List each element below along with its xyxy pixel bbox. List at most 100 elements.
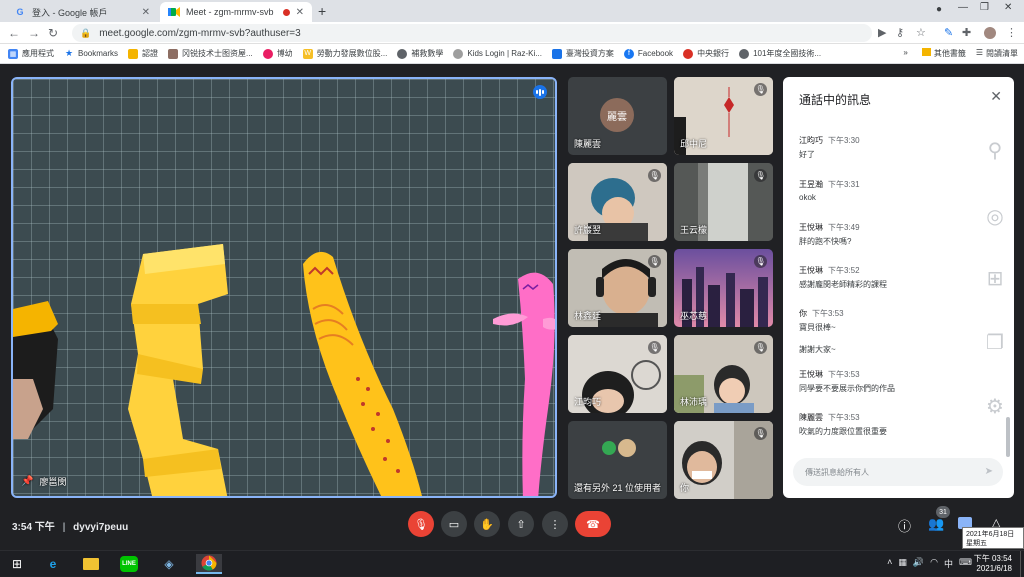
mic-off-icon: 🎙	[754, 83, 767, 96]
internet-explorer-icon[interactable]: e	[40, 554, 66, 574]
people-icon[interactable]: 👥	[928, 516, 944, 532]
other-bookmarks[interactable]: 其他書籤	[934, 48, 966, 59]
search-icon[interactable]: ⚲	[982, 137, 1008, 163]
more-participants-tile[interactable]: 還有另外 21 位使用者	[568, 421, 667, 499]
message-text: 胖的跑不快嗎?	[799, 237, 852, 246]
line-app-icon[interactable]: LINE	[116, 554, 142, 574]
bookmark-item[interactable]: ▦ 應用程式	[8, 48, 54, 59]
bookmark-item[interactable]: 101年度全國技術...	[739, 48, 821, 59]
network-icon[interactable]: ▦	[898, 557, 907, 570]
facebook-icon: f	[623, 48, 634, 59]
keyboard-icon[interactable]: ⌨	[959, 557, 972, 570]
participant-tile[interactable]: 🎙 林鑫廷	[568, 249, 667, 327]
pin-icon[interactable]: 📌	[21, 476, 33, 487]
site-icon	[551, 48, 562, 59]
star-icon[interactable]: ☆	[916, 26, 926, 39]
participant-tile[interactable]: 🎙 許巖翌	[568, 163, 667, 241]
bookmark-item[interactable]: 中央銀行	[683, 48, 729, 59]
profile-avatar[interactable]	[984, 27, 996, 39]
taskbar-clock[interactable]: 下午 03:54 2021/6/18	[974, 554, 1012, 574]
sender: 陳麗雲	[799, 413, 823, 422]
leave-call-button[interactable]: ☎	[575, 511, 611, 537]
participant-tile[interactable]: 麗雲 陳麗雲	[568, 77, 667, 155]
chevron-up-icon[interactable]: ˄	[887, 557, 892, 570]
presenter-video[interactable]: 📌 廖邕閔	[11, 77, 557, 498]
avatar	[618, 439, 636, 457]
participant-tile[interactable]: 🎙 巫芯慈	[674, 249, 773, 327]
window-stack-icon[interactable]: ❐	[982, 329, 1008, 355]
participant-tile[interactable]: 🎙 王云檬	[674, 163, 773, 241]
mic-off-icon: 🎙	[648, 169, 661, 182]
camera-button[interactable]: ▭	[441, 511, 467, 537]
bookmark-item[interactable]: Kids Login | Raz-Ki...	[453, 48, 542, 59]
chat-panel: 通話中的訊息 ✕ 江昀巧 下午3:30 好了 王昱瀚 下午3:31 okok 王悅琳…	[783, 77, 1014, 498]
file-explorer-icon[interactable]	[78, 554, 104, 574]
mic-off-icon: 🎙	[648, 255, 661, 268]
chat-input[interactable]: 傳送訊息給所有人 ➤	[793, 458, 1003, 486]
bookmark-item[interactable]: 博幼	[262, 48, 293, 59]
chat-scrollbar[interactable]	[1006, 417, 1010, 457]
participant-tile[interactable]: 🎙 江昀巧	[568, 335, 667, 413]
mic-off-icon: 🎙	[414, 518, 428, 531]
mic-off-icon: 🎙	[754, 341, 767, 354]
camera-permission-icon[interactable]: ▶	[878, 26, 886, 39]
chevron-right-icon[interactable]: »	[903, 48, 907, 59]
address-bar[interactable]: 🔒 meet.google.com/zgm-mrmv-svb?authuser=…	[72, 24, 872, 42]
show-desktop-button[interactable]	[1020, 551, 1024, 577]
reading-list[interactable]: 閱讀清單	[986, 48, 1018, 59]
reading-list-icon: ☰	[975, 48, 983, 57]
timestamp: 下午3:49	[828, 223, 860, 232]
separator: |	[62, 522, 66, 533]
key-icon[interactable]: ⚷	[896, 26, 904, 39]
raise-hand-button[interactable]: ✋	[474, 511, 500, 537]
chrome-outline-icon[interactable]: ◎	[982, 203, 1008, 229]
tab-meet[interactable]: Meet - zgm-mrmv-svb ✕	[160, 2, 312, 22]
participant-tile[interactable]: 🎙 邱中尼	[674, 77, 773, 155]
send-icon[interactable]: ➤	[985, 466, 993, 477]
bookmark-item[interactable]: f Facebook	[623, 48, 673, 59]
bookmark-item[interactable]: 認證	[128, 48, 158, 59]
close-icon[interactable]: ✕	[990, 88, 1002, 105]
close-icon[interactable]: ✕	[296, 7, 304, 18]
menu-dots-icon[interactable]: ⋮	[1006, 26, 1017, 39]
volume-icon[interactable]: 🔊	[913, 557, 924, 570]
self-view-tile[interactable]: 🎙 你	[674, 421, 773, 499]
wifi-icon[interactable]: ◠	[930, 557, 938, 570]
info-icon[interactable]: ⓘ	[898, 516, 911, 535]
message-text: 同學要不要展示你們的作品	[799, 384, 895, 393]
recording-icon	[282, 8, 290, 16]
restore-icon[interactable]: ❐	[980, 2, 989, 13]
reload-icon[interactable]: ↻	[48, 26, 58, 40]
chrome-icon[interactable]	[196, 554, 222, 574]
new-tab-button[interactable]: +	[318, 3, 326, 19]
close-window-icon[interactable]: ✕	[1004, 2, 1012, 13]
bookmark-item[interactable]: ★ Bookmarks	[64, 48, 118, 59]
tab-search-icon[interactable]: ●	[936, 4, 942, 15]
input-method-icon[interactable]: 中	[944, 557, 953, 570]
mic-off-button[interactable]: 🎙	[408, 511, 434, 537]
message-text: 吹氣的力度跟位置很重要	[799, 427, 887, 436]
bookmark-item[interactable]: W 勞動力發展數位股...	[302, 48, 387, 59]
back-arrow-icon[interactable]: ←	[8, 26, 20, 40]
bookmark-item[interactable]: 補救數學	[397, 48, 443, 59]
more-options-button[interactable]: ⋮	[542, 511, 568, 537]
participant-tile[interactable]: 🎙 林沛瑀	[674, 335, 773, 413]
windows-start-icon[interactable]: ⊞	[4, 554, 30, 574]
puzzle-icon[interactable]: ✚	[962, 26, 971, 39]
tab-google-login[interactable]: G 登入 - Google 帳戶 ✕	[6, 2, 158, 22]
message-text: 好了	[799, 150, 815, 159]
minimize-icon[interactable]: —	[958, 2, 968, 13]
gear-icon[interactable]: ⚙	[982, 393, 1008, 419]
close-icon[interactable]: ✕	[142, 7, 150, 18]
chat-message: 你下午3:53 寶貝很棒~ 謝謝大家~	[799, 308, 959, 355]
apps-grid-icon: ▦	[8, 48, 18, 59]
bookmark-item[interactable]: 冈锐技术士图资屋...	[168, 48, 253, 59]
extension-pen-icon[interactable]: ✎	[944, 26, 953, 39]
star-icon: ★	[64, 48, 74, 58]
forward-arrow-icon[interactable]: →	[28, 26, 40, 40]
paper-craft-scene	[13, 244, 555, 496]
notes-app-icon[interactable]: ◈	[156, 554, 182, 574]
present-button[interactable]: ⇧	[508, 511, 534, 537]
bookmark-item[interactable]: 臺灣投資方案	[551, 48, 614, 59]
windows-logo-icon[interactable]: ⊞	[982, 265, 1008, 291]
